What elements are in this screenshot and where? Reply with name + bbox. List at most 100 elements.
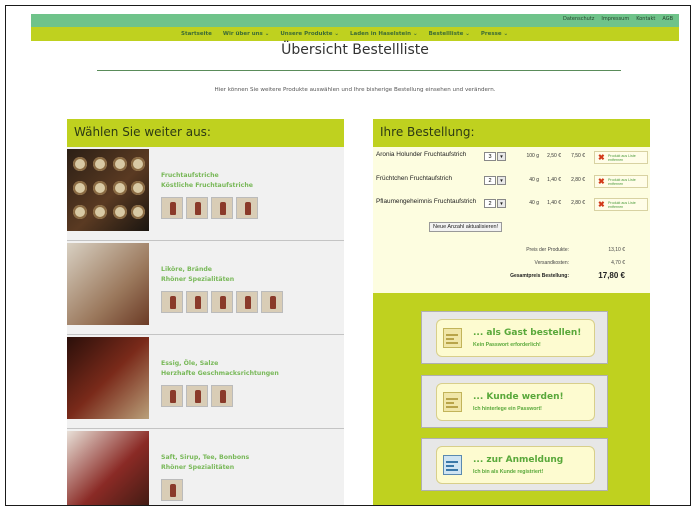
product-thumbnail[interactable]	[236, 291, 258, 313]
nav-item-startseite[interactable]: Startseite	[181, 31, 212, 37]
page-title: Übersicht Bestellliste	[281, 42, 429, 58]
product-thumbnail[interactable]	[186, 385, 208, 407]
link-agb[interactable]: AGB	[662, 16, 673, 22]
product-thumbnails	[161, 291, 283, 313]
summary-label: Preis der Produkte:	[526, 247, 569, 253]
title-divider	[97, 70, 621, 71]
category-subtitle[interactable]: Rhöner Spezialitäten	[161, 275, 234, 285]
product-category[interactable]: Saft, Sirup, Tee, Bonbons Rhöner Spezial…	[67, 429, 344, 505]
link-kontakt[interactable]: Kontakt	[636, 16, 655, 22]
website: Datenschutz Impressum Kontakt AGB Starts…	[31, 14, 679, 505]
product-selection-heading: Wählen Sie weiter aus:	[67, 119, 344, 147]
product-selection-panel: Wählen Sie weiter aus: Fruchtaufstriche …	[67, 119, 344, 505]
order-item-name: Aronia Holunder Fruchtaufstrich	[376, 151, 467, 158]
login-button[interactable]: ... zur Anmeldung Ich bin als Kunde regi…	[421, 438, 608, 491]
guest-order-button[interactable]: ... als Gast bestellen! Kein Passwort er…	[421, 311, 608, 364]
product-category[interactable]: Liköre, Brände Rhöner Spezialitäten	[67, 241, 344, 335]
main-nav: Startseite Wir über uns ⌄ Unsere Produkt…	[31, 27, 679, 41]
dropdown-arrow-icon[interactable]: ▼	[497, 199, 506, 208]
remove-product-label: Produkt aus Liste entfernen	[608, 154, 636, 162]
order-heading: Ihre Bestellung:	[380, 125, 475, 139]
product-thumbnail[interactable]	[161, 479, 183, 501]
update-quantity-button[interactable]: Neue Anzahl aktualisieren!	[429, 222, 503, 232]
summary-value: 17,80 €	[598, 271, 625, 280]
category-image-likoere[interactable]	[67, 243, 149, 325]
close-icon: ✖	[598, 200, 605, 209]
product-thumbnails	[161, 479, 183, 501]
quantity-select[interactable]: 2	[484, 176, 496, 185]
order-panel: Ihre Bestellung: Aronia Holunder Fruchta…	[373, 119, 650, 505]
category-subtitle[interactable]: Köstliche Fruchtaufstriche	[161, 181, 253, 191]
product-thumbnail[interactable]	[186, 197, 208, 219]
login-form-icon	[443, 455, 462, 475]
category-image-essig[interactable]	[67, 337, 149, 419]
remove-product-label: Produkt aus Liste entfernen	[608, 178, 636, 186]
order-row: Früchtchen Fruchtaufstrich 2 ▼ 40 g 1,40…	[373, 175, 650, 195]
order-item-total: 2,80 €	[571, 200, 585, 206]
order-item-price: 2,50 €	[547, 153, 561, 159]
summary-label: Versandkosten:	[534, 260, 569, 266]
category-name[interactable]: Essig, Öle, Salze	[161, 359, 279, 369]
product-thumbnail[interactable]	[211, 197, 233, 219]
form-icon	[443, 392, 462, 412]
order-row: Pflaumengeheimnis Fruchtaufstrich 2 ▼ 40…	[373, 198, 650, 218]
category-image-saft[interactable]	[67, 431, 149, 505]
nav-item-presse[interactable]: Presse ⌄	[481, 31, 508, 37]
summary-label: Gesamtpreis Bestellung:	[510, 273, 569, 279]
nav-item-laden[interactable]: Laden in Haselstein ⌄	[350, 31, 418, 37]
category-image-fruchtaufstriche[interactable]	[67, 149, 149, 231]
quantity-select[interactable]: 2	[484, 199, 496, 208]
order-list: Aronia Holunder Fruchtaufstrich 3 ▼ 100 …	[373, 147, 650, 293]
summary-value: 13,10 €	[608, 247, 625, 253]
cta-subtitle: Ich hinterlege ein Passwort!	[473, 406, 542, 412]
close-icon: ✖	[598, 177, 605, 186]
dropdown-arrow-icon[interactable]: ▼	[497, 176, 506, 185]
product-category[interactable]: Fruchtaufstriche Köstliche Fruchtaufstri…	[67, 147, 344, 241]
register-customer-button[interactable]: ... Kunde werden! Ich hinterlege ein Pas…	[421, 375, 608, 428]
category-subtitle[interactable]: Rhöner Spezialitäten	[161, 463, 249, 473]
product-thumbnail[interactable]	[161, 291, 183, 313]
remove-product-button[interactable]: ✖ Produkt aus Liste entfernen	[594, 151, 648, 164]
quantity-select[interactable]: 3	[484, 152, 496, 161]
order-item-price: 1,40 €	[547, 177, 561, 183]
link-datenschutz[interactable]: Datenschutz	[563, 16, 594, 22]
remove-product-button[interactable]: ✖ Produkt aus Liste entfernen	[594, 175, 648, 188]
dropdown-arrow-icon[interactable]: ▼	[497, 152, 506, 161]
remove-product-button[interactable]: ✖ Produkt aus Liste entfernen	[594, 198, 648, 211]
product-thumbnail[interactable]	[161, 197, 183, 219]
product-thumbnail[interactable]	[211, 291, 233, 313]
summary-value: 4,70 €	[611, 260, 625, 266]
cta-title: ... Kunde werden!	[473, 392, 564, 402]
category-subtitle[interactable]: Herzhafte Geschmacksrichtungen	[161, 369, 279, 379]
product-thumbnail[interactable]	[186, 291, 208, 313]
order-item-weight: 40 g	[529, 177, 539, 183]
cta-subtitle: Kein Passwort erforderlich!	[473, 342, 541, 348]
cta-title: ... zur Anmeldung	[473, 455, 564, 465]
category-name[interactable]: Liköre, Brände	[161, 265, 234, 275]
product-thumbnail[interactable]	[211, 385, 233, 407]
category-name[interactable]: Fruchtaufstriche	[161, 171, 253, 181]
order-row: Aronia Holunder Fruchtaufstrich 3 ▼ 100 …	[373, 151, 650, 171]
top-bar: Datenschutz Impressum Kontakt AGB	[31, 14, 679, 27]
order-item-price: 1,40 €	[547, 200, 561, 206]
order-item-name: Pflaumengeheimnis Fruchtaufstrich	[376, 198, 477, 205]
product-thumbnails	[161, 385, 233, 407]
order-item-weight: 100 g	[526, 153, 539, 159]
form-icon	[443, 328, 462, 348]
nav-item-bestellliste[interactable]: Bestellliste ⌄	[429, 31, 470, 37]
category-name[interactable]: Saft, Sirup, Tee, Bonbons	[161, 453, 249, 463]
product-thumbnail[interactable]	[161, 385, 183, 407]
intro-text: Hier können Sie weitere Produkte auswähl…	[214, 87, 496, 93]
order-item-name: Früchtchen Fruchtaufstrich	[376, 175, 453, 182]
link-impressum[interactable]: Impressum	[601, 16, 629, 22]
order-item-weight: 40 g	[529, 200, 539, 206]
product-thumbnails	[161, 197, 258, 219]
nav-item-wir-ueber-uns[interactable]: Wir über uns ⌄	[223, 31, 269, 37]
product-thumbnail[interactable]	[236, 197, 258, 219]
nav-item-unsere-produkte[interactable]: Unsere Produkte ⌄	[280, 31, 339, 37]
order-item-total: 7,50 €	[571, 153, 585, 159]
product-thumbnail[interactable]	[261, 291, 283, 313]
order-item-total: 2,80 €	[571, 177, 585, 183]
product-category[interactable]: Essig, Öle, Salze Herzhafte Geschmacksri…	[67, 335, 344, 429]
browser-frame: Datenschutz Impressum Kontakt AGB Starts…	[5, 5, 691, 506]
